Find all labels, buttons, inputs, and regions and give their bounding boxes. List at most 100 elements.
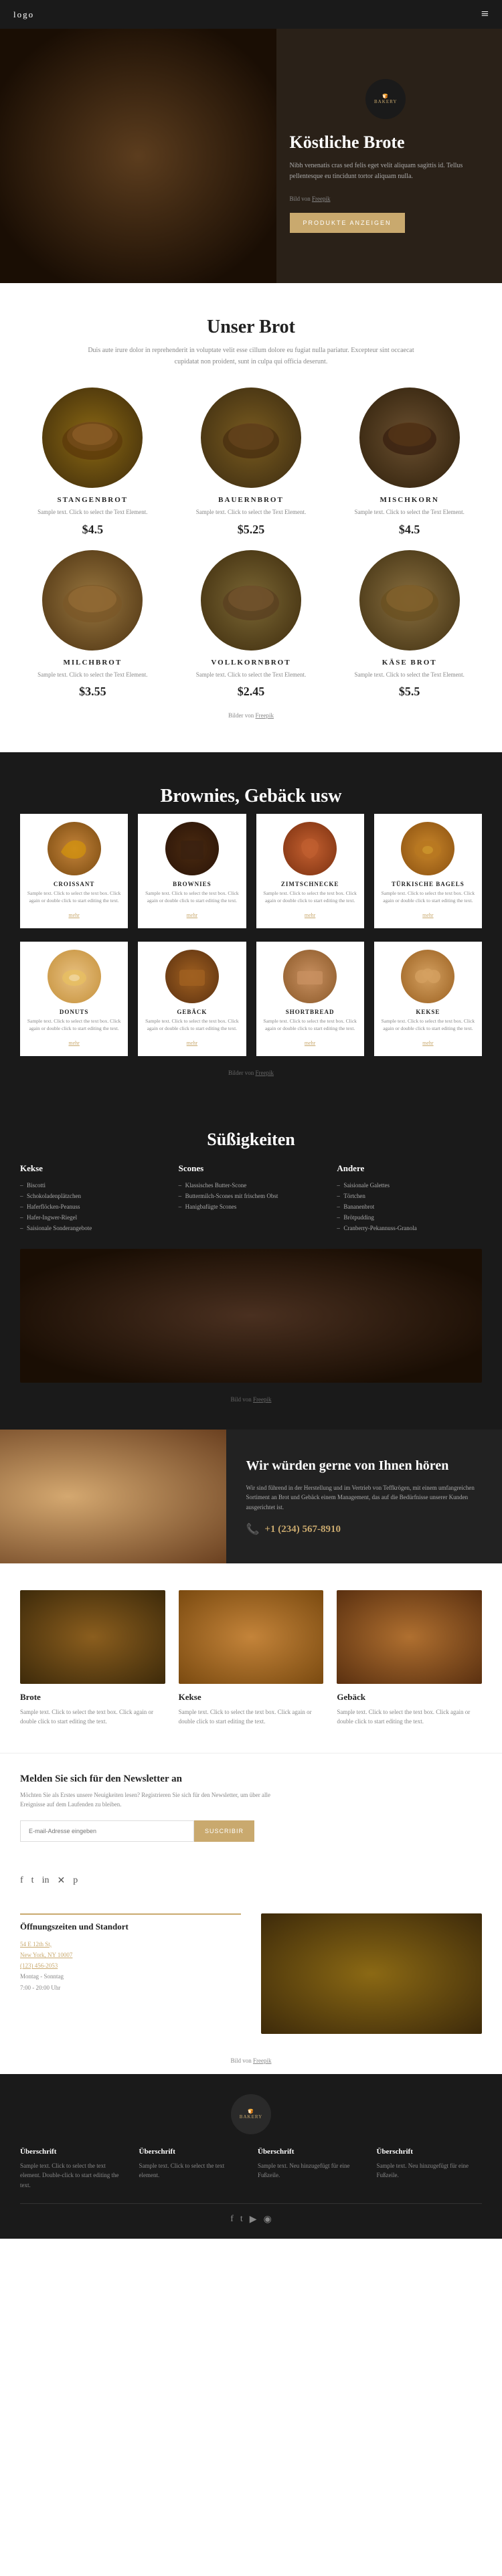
sweets-column-scones: Scones Klassisches Butter-Scone Buttermi…	[179, 1163, 324, 1235]
footer-heading-4: Überschrift	[377, 2148, 483, 2156]
pastry-link-2[interactable]: mehr	[187, 912, 197, 918]
sweets-item: Hafer-Ingwer-Riegel	[20, 1214, 165, 1221]
bread-name-3: MISCHKORN	[337, 496, 482, 504]
menu-icon[interactable]: ≡	[481, 7, 489, 22]
info-credit-link[interactable]: Freepik	[253, 2057, 272, 2064]
bread-image-2	[201, 388, 301, 488]
hero-bg-overlay	[0, 29, 276, 283]
location-map-image	[261, 1913, 482, 2034]
contact-description: Wir sind führend in der Herstellung und …	[246, 1483, 483, 1512]
sweets-col-heading-2: Andere	[337, 1163, 482, 1174]
linkedin-icon[interactable]: in	[42, 1875, 50, 1887]
hero-description: Nibh venenatis cras sed felis eget velit…	[290, 161, 483, 182]
hero-credit-link[interactable]: Freepik	[312, 195, 331, 202]
navigation: logo ≡	[0, 0, 502, 29]
facebook-icon[interactable]: f	[20, 1875, 23, 1887]
phone-icon: 📞	[246, 1523, 260, 1536]
bread-price-3: $4.5	[337, 523, 482, 537]
contact-phone-row: 📞 +1 (234) 567-8910	[246, 1523, 483, 1536]
footer-badge-text: 🍞Bakery	[240, 2109, 262, 2120]
footer-heading-2: Überschrift	[139, 2148, 245, 2156]
bread-name-1: STANGENBROT	[20, 496, 165, 504]
pastry-name-5: DONUTS	[25, 1009, 122, 1015]
pastry-image-7	[283, 950, 337, 1003]
pastry-credit-link[interactable]: Freepik	[256, 1069, 274, 1076]
pastry-item-7: SHORTBREAD Sample text. Click to select …	[256, 942, 364, 1056]
sweets-col-list-2: Saisionale Galettes Törtchen Bananenbrot…	[337, 1182, 482, 1231]
pastry-link-4[interactable]: mehr	[422, 912, 433, 918]
footer-text-2: Sample text. Click to select the text el…	[139, 2161, 245, 2180]
card-sample-1: Sample text. Click to select the text bo…	[20, 1708, 165, 1726]
opening-hours-column: Öffnungszeiten und Standort 54 E 12th St…	[20, 1913, 241, 2034]
card-title-1: Brote	[20, 1692, 165, 1703]
bread-name-5: VOLLKORNBROT	[179, 659, 324, 667]
x-icon[interactable]: ✕	[57, 1875, 65, 1887]
pastry-item-3: ZIMTSCHNECKE Sample text. Click to selec…	[256, 814, 364, 928]
bread-item-4: MILCHBROT Sample text. Click to select t…	[20, 550, 165, 699]
twitter-icon[interactable]: t	[31, 1875, 34, 1887]
footer-heading-1: Überschrift	[20, 2148, 126, 2156]
newsletter-email-input[interactable]	[20, 1820, 194, 1842]
address-line-1[interactable]: 54 E 12th St,	[20, 1939, 241, 1950]
contact-content: Wir würden gerne von Ihnen hören Wir sin…	[226, 1430, 502, 1563]
hero-section: 🍞Bakery Köstliche Brote Nibh venenatis c…	[0, 29, 502, 283]
sweets-item: Törtchen	[337, 1193, 482, 1199]
footer-divider	[20, 2203, 482, 2204]
bread-sample-5: Sample text. Click to select the Text El…	[179, 671, 324, 680]
sweets-section-title: Süßigkeiten	[20, 1110, 482, 1163]
sweets-item: Haferflöcken-Peanuss	[20, 1203, 165, 1210]
info-section: Öffnungszeiten und Standort 54 E 12th St…	[0, 1900, 502, 2047]
hero-badge-text: 🍞Bakery	[374, 94, 397, 104]
sweets-item: Klassisches Butter-Scone	[179, 1182, 324, 1189]
bread-section-title: Unser Brot	[20, 317, 482, 338]
pastry-item-8: KEKSE Sample text. Click to select the t…	[374, 942, 482, 1056]
pinterest-icon[interactable]: p	[73, 1875, 78, 1887]
hero-cta-button[interactable]: PRODUKTE ANZEIGEN	[290, 213, 405, 233]
pastry-link-6[interactable]: mehr	[187, 1040, 197, 1046]
pastry-sample-8: Sample text. Click to select the text bo…	[380, 1018, 477, 1032]
footer-twitter-icon[interactable]: t	[240, 2214, 243, 2225]
footer-instagram-icon[interactable]: ◉	[264, 2214, 272, 2225]
pastry-link-3[interactable]: mehr	[305, 912, 315, 918]
card-sample-3: Sample text. Click to select the text bo…	[337, 1708, 482, 1726]
bread-credit-link[interactable]: Freepik	[256, 712, 274, 719]
contact-phone-link[interactable]: (123) 456-2053	[20, 1960, 241, 1971]
pastry-name-8: KEKSE	[380, 1009, 477, 1015]
pastry-image-2	[165, 822, 219, 875]
sweets-item: Bananenbrot	[337, 1203, 482, 1210]
pastry-image-8	[401, 950, 454, 1003]
pastry-image-4	[401, 822, 454, 875]
footer-facebook-icon[interactable]: f	[230, 2214, 234, 2225]
card-image-2	[179, 1590, 324, 1684]
pastry-name-4: TÜRKISCHE BAGELS	[380, 881, 477, 887]
bread-image-6	[359, 550, 460, 651]
sweets-item: Brötpudding	[337, 1214, 482, 1221]
contact-section: Wir würden gerne von Ihnen hören Wir sin…	[0, 1430, 502, 1563]
sweets-column-kekse: Kekse Biscotti Schokoladenplätzchen Hafe…	[20, 1163, 165, 1235]
newsletter-submit-button[interactable]: SUSCRIBIR	[194, 1820, 254, 1842]
info-image-credit: Bild von Freepik	[0, 2054, 502, 2074]
footer-badge: 🍞Bakery	[231, 2094, 271, 2134]
bread-item-2: BAUERNBROT Sample text. Click to select …	[179, 388, 324, 537]
sweets-item: Hanigbafügte Scones	[179, 1203, 324, 1210]
bread-sample-2: Sample text. Click to select the Text El…	[179, 508, 324, 517]
sweets-background-image	[20, 1249, 482, 1383]
social-row: f t in ✕ p	[0, 1862, 502, 1900]
hero-background-image	[0, 29, 276, 283]
address-line-2[interactable]: New York, NY 10007	[20, 1950, 241, 1960]
card-image-1	[20, 1590, 165, 1684]
pastry-item-6: GEBÄCK Sample text. Click to select the …	[138, 942, 246, 1056]
footer-youtube-icon[interactable]: ▶	[250, 2214, 257, 2225]
contact-phone[interactable]: +1 (234) 567-8910	[264, 1524, 341, 1535]
pastry-link-1[interactable]: mehr	[68, 912, 79, 918]
pastry-link-5[interactable]: mehr	[68, 1040, 79, 1046]
card-image-3	[337, 1590, 482, 1684]
pastry-link-8[interactable]: mehr	[422, 1040, 433, 1046]
pastry-sample-6: Sample text. Click to select the text bo…	[143, 1018, 240, 1032]
footer-grid: Überschrift Sample text. Click to select…	[20, 2148, 482, 2190]
newsletter-title: Melden Sie sich für den Newsletter an	[20, 1774, 482, 1785]
pastry-link-7[interactable]: mehr	[305, 1040, 315, 1046]
sweets-credit-link[interactable]: Freepik	[253, 1396, 272, 1403]
bread-price-4: $3.55	[20, 685, 165, 699]
sweets-item: Schokoladenplätzchen	[20, 1193, 165, 1199]
